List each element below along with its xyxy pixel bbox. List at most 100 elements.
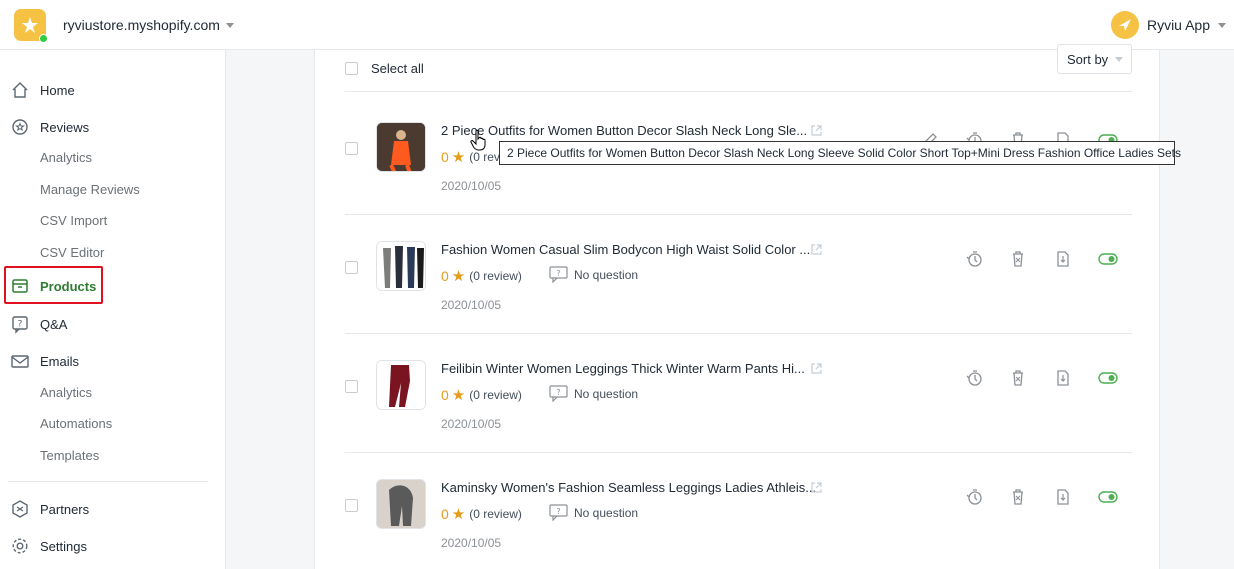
list-divider xyxy=(345,91,1132,92)
star-icon: ★ xyxy=(451,506,466,523)
svg-text:?: ? xyxy=(556,507,560,516)
visibility-toggle[interactable] xyxy=(1098,369,1118,387)
sidebar-divider xyxy=(8,481,208,482)
visibility-toggle[interactable] xyxy=(1098,488,1118,506)
envelope-icon xyxy=(11,355,29,368)
sidebar: Home Reviews Analytics Manage Reviews CS… xyxy=(0,50,226,569)
delete-icon[interactable] xyxy=(1009,488,1027,506)
history-icon[interactable] xyxy=(965,369,983,387)
product-date: 2020/10/05 xyxy=(441,298,502,312)
product-thumbnail xyxy=(376,241,426,291)
app-menu[interactable]: Ryviu App xyxy=(1110,11,1226,39)
rating-value: 0 xyxy=(441,149,449,165)
question-bubble-icon: ? xyxy=(549,504,568,521)
sidebar-item-label: Settings xyxy=(40,538,87,554)
select-all-checkbox[interactable] xyxy=(345,62,358,75)
sidebar-item-qa[interactable]: ? Q&A xyxy=(0,311,226,337)
chevron-down-icon xyxy=(1218,22,1226,28)
product-thumbnail xyxy=(376,122,426,172)
sidebar-item-reviews[interactable]: Reviews xyxy=(0,114,226,140)
sidebar-subitem-analytics[interactable]: Analytics xyxy=(40,150,92,165)
sidebar-item-label: Partners xyxy=(40,501,90,517)
store-switcher[interactable]: ryviustore.myshopify.com xyxy=(63,17,234,33)
sort-by-label: Sort by xyxy=(1067,51,1109,67)
external-link-icon[interactable] xyxy=(810,243,823,256)
app-avatar-icon xyxy=(1110,11,1139,39)
product-title[interactable]: Feilibin Winter Women Leggings Thick Win… xyxy=(441,361,805,376)
external-link-icon[interactable] xyxy=(810,124,823,137)
product-title-tooltip: 2 Piece Outfits for Women Button Decor S… xyxy=(499,141,1181,165)
select-all-label[interactable]: Select all xyxy=(371,61,424,76)
product-date: 2020/10/05 xyxy=(441,536,502,550)
hand-cursor-icon xyxy=(470,129,486,151)
partners-icon xyxy=(12,500,28,518)
product-title[interactable]: 2 Piece Outfits for Women Button Decor S… xyxy=(441,123,807,138)
product-date: 2020/10/05 xyxy=(441,417,502,431)
import-file-icon[interactable] xyxy=(1054,488,1072,506)
sidebar-subitem-csv-import[interactable]: CSV Import xyxy=(40,213,107,228)
sidebar-item-label: Q&A xyxy=(40,316,68,332)
sidebar-item-label: Products xyxy=(40,278,97,294)
sidebar-item-label: Home xyxy=(40,82,75,98)
product-title[interactable]: Kaminsky Women's Fashion Seamless Leggin… xyxy=(441,480,816,495)
top-bar: ryviustore.myshopify.com Ryviu App xyxy=(0,0,1234,50)
sidebar-item-settings[interactable]: Settings xyxy=(0,533,226,559)
question-status: ? No question xyxy=(549,504,638,521)
history-icon[interactable] xyxy=(965,488,983,506)
external-link-icon[interactable] xyxy=(810,481,823,494)
question-status: ? No question xyxy=(549,266,638,283)
star-icon: ★ xyxy=(451,268,466,285)
product-thumbnail xyxy=(376,479,426,529)
products-panel: Select all Sort by 2 Piece Outfits for W… xyxy=(314,44,1161,569)
sidebar-item-label: Emails xyxy=(40,353,80,369)
product-date: 2020/10/05 xyxy=(441,179,502,193)
question-label: No question xyxy=(574,267,639,282)
svg-text:?: ? xyxy=(556,388,560,397)
external-link-icon[interactable] xyxy=(810,362,823,375)
review-count: (0 review) xyxy=(469,269,522,283)
rating-value: 0 xyxy=(441,268,449,284)
sidebar-item-emails[interactable]: Emails xyxy=(0,348,226,374)
row-checkbox[interactable] xyxy=(345,380,358,393)
row-checkbox[interactable] xyxy=(345,499,358,512)
sidebar-subitem-email-analytics[interactable]: Analytics xyxy=(40,385,92,400)
table-row: Kaminsky Women's Fashion Seamless Leggin… xyxy=(315,452,1161,569)
question-bubble-icon: ? xyxy=(549,266,568,283)
reviews-icon xyxy=(12,119,28,135)
import-file-icon[interactable] xyxy=(1054,369,1072,387)
chevron-down-icon xyxy=(1115,56,1124,62)
sidebar-subitem-csv-editor[interactable]: CSV Editor xyxy=(40,245,104,260)
sidebar-subitem-manage-reviews[interactable]: Manage Reviews xyxy=(40,182,140,197)
product-thumbnail xyxy=(376,360,426,410)
product-title[interactable]: Fashion Women Casual Slim Bodycon High W… xyxy=(441,242,810,257)
row-checkbox[interactable] xyxy=(345,142,358,155)
sidebar-item-products[interactable]: Products xyxy=(0,273,226,299)
sidebar-item-partners[interactable]: Partners xyxy=(0,496,226,522)
history-icon[interactable] xyxy=(965,250,983,268)
visibility-toggle[interactable] xyxy=(1098,250,1118,268)
home-icon xyxy=(12,82,28,98)
review-count: (0 revi xyxy=(469,150,503,164)
ryviu-logo-icon[interactable] xyxy=(14,9,48,43)
star-icon: ★ xyxy=(451,149,466,166)
import-file-icon[interactable] xyxy=(1054,250,1072,268)
svg-text:?: ? xyxy=(18,320,23,330)
delete-icon[interactable] xyxy=(1009,369,1027,387)
app-name: Ryviu App xyxy=(1146,17,1210,33)
gear-icon xyxy=(12,538,28,554)
question-bubble-icon: ? xyxy=(12,316,28,334)
archive-icon xyxy=(12,279,28,293)
delete-icon[interactable] xyxy=(1009,250,1027,268)
star-icon: ★ xyxy=(451,387,466,404)
question-bubble-icon: ? xyxy=(549,385,568,402)
sidebar-subitem-templates[interactable]: Templates xyxy=(40,448,99,463)
row-checkbox[interactable] xyxy=(345,261,358,274)
sidebar-item-home[interactable]: Home xyxy=(0,77,226,103)
product-rating: 0 ★ (0 review) xyxy=(441,267,522,285)
sidebar-subitem-automations[interactable]: Automations xyxy=(40,416,112,431)
product-rating: 0 ★ (0 review) xyxy=(441,386,522,404)
svg-text:?: ? xyxy=(556,269,560,278)
rating-value: 0 xyxy=(441,506,449,522)
sort-by-dropdown[interactable]: Sort by xyxy=(1057,44,1132,74)
question-label: No question xyxy=(574,386,639,401)
